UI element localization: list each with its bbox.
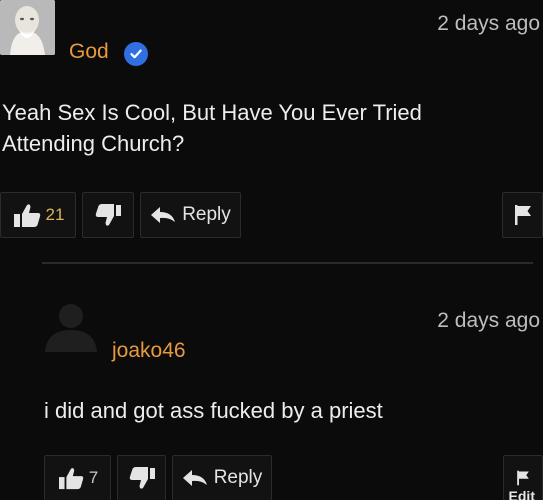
flag-icon [514,205,531,225]
edit-link[interactable]: Edit [509,488,535,500]
like-button[interactable]: 7 [44,455,111,500]
reply-arrow-icon [182,470,207,486]
comment-timestamp: 2 days ago [437,12,540,35]
reply-button[interactable]: Reply [172,455,272,500]
reply-button[interactable]: Reply [140,192,241,238]
comment-text: i did and got ass fucked by a priest [44,398,383,423]
comment-text: Yeah Sex Is Cool, But Have You Ever Trie… [2,100,422,156]
reply-arrow-icon [151,207,176,223]
flag-icon [517,470,529,486]
thumbs-down-icon [129,467,155,489]
verified-icon [124,42,148,66]
comment-author[interactable]: joako46 [112,339,186,363]
reply-label: Reply [213,467,263,488]
default-avatar-icon [45,304,97,352]
thumbs-up-icon [13,204,40,227]
avatar-god-icon [0,0,55,55]
like-count: 21 [45,205,65,224]
like-button[interactable]: 21 [0,192,76,238]
thumbs-up-icon [58,468,83,490]
reply-divider [42,262,533,264]
flag-button[interactable] [502,192,543,238]
like-count: 7 [88,468,99,487]
comment-timestamp: 2 days ago [437,309,540,332]
reply-label: Reply [182,204,231,225]
dislike-button[interactable] [117,455,166,500]
avatar[interactable] [0,0,55,55]
avatar[interactable] [43,300,99,352]
comment-author[interactable]: God [69,40,109,64]
dislike-button[interactable] [82,192,134,238]
thumbs-down-icon [95,204,121,226]
